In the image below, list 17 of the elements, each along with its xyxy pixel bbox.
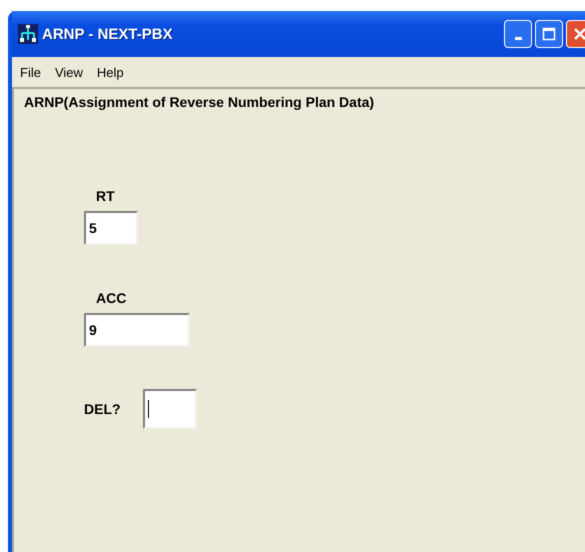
close-icon	[573, 27, 585, 41]
text-field[interactable]: 9	[84, 313, 190, 347]
menu-item[interactable]: Help	[96, 64, 124, 80]
text-field[interactable]	[142, 389, 197, 429]
menu-item[interactable]: File	[20, 64, 41, 80]
minimize-icon	[514, 36, 522, 40]
network-icon	[18, 24, 38, 44]
menu-item[interactable]: View	[54, 64, 83, 80]
maximize-button[interactable]	[535, 20, 563, 48]
window-title: ARNP - NEXT-PBX	[42, 26, 174, 42]
field-label: DEL?	[84, 401, 121, 417]
text-field[interactable]: 5	[84, 211, 138, 245]
field-label: RT	[96, 188, 115, 204]
maximize-icon	[542, 27, 556, 41]
form-heading: ARNP(Assignment of Reverse Numbering Plan Data)	[24, 94, 376, 110]
field-label: ACC	[96, 290, 126, 306]
minimize-button[interactable]	[504, 20, 532, 48]
